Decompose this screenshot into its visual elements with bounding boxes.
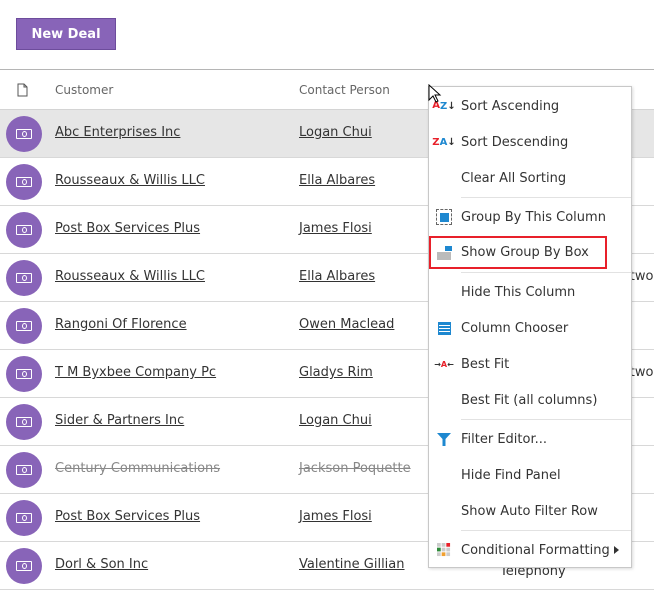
contact-person-link[interactable]: James Flosi	[299, 221, 372, 236]
column-header-contact-person[interactable]: Contact Person	[299, 83, 390, 97]
customer-link[interactable]: Rousseaux & Willis LLC	[55, 269, 205, 284]
customer-link[interactable]: Post Box Services Plus	[55, 509, 200, 524]
menu-item-conditional-formatting[interactable]: Conditional Formatting	[429, 532, 631, 568]
menu-item-filter-editor[interactable]: Filter Editor...	[429, 421, 631, 457]
conditional-formatting-icon	[435, 541, 453, 559]
deal-avatar	[6, 548, 42, 584]
mouse-cursor-icon	[428, 84, 442, 103]
contact-person-link[interactable]: Logan Chui	[299, 413, 372, 428]
money-icon	[16, 273, 32, 283]
menu-item-best-fit[interactable]: → A ← Best Fit	[429, 346, 631, 382]
menu-item-show-group-by-box[interactable]: Show Group By Box	[429, 236, 607, 269]
best-fit-icon: → A ←	[434, 359, 454, 369]
group-by-box-icon	[435, 244, 453, 262]
contact-person-link[interactable]: Gladys Rim	[299, 365, 373, 380]
submenu-arrow-icon	[614, 546, 619, 554]
deal-avatar	[6, 500, 42, 536]
menu-item-sort-ascending[interactable]: A Z ↓ Sort Ascending	[429, 88, 631, 124]
contact-person-link[interactable]: James Flosi	[299, 509, 372, 524]
money-icon	[16, 177, 32, 187]
deal-avatar	[6, 116, 42, 152]
customer-link[interactable]: Abc Enterprises Inc	[55, 125, 180, 140]
deal-avatar	[6, 452, 42, 488]
contact-person-link[interactable]: Ella Albares	[299, 269, 375, 284]
deal-avatar	[6, 260, 42, 296]
contact-person-link[interactable]: Logan Chui	[299, 125, 372, 140]
money-icon	[16, 561, 32, 571]
column-chooser-icon	[435, 319, 453, 337]
contact-person-link[interactable]: Ella Albares	[299, 173, 375, 188]
menu-item-show-auto-filter-row[interactable]: Show Auto Filter Row	[429, 493, 631, 529]
document-icon	[17, 83, 28, 97]
deal-avatar	[6, 212, 42, 248]
deal-avatar	[6, 356, 42, 392]
money-icon	[16, 369, 32, 379]
customer-link[interactable]: Post Box Services Plus	[55, 221, 200, 236]
sort-descending-icon: Z A ↓	[432, 136, 456, 148]
deal-avatar	[6, 404, 42, 440]
menu-item-sort-descending[interactable]: Z A ↓ Sort Descending	[429, 124, 631, 160]
customer-link[interactable]: Sider & Partners Inc	[55, 413, 184, 428]
money-icon	[16, 465, 32, 475]
menu-separator	[461, 197, 631, 198]
money-icon	[16, 513, 32, 523]
money-icon	[16, 129, 32, 139]
column-context-menu: A Z ↓ Sort Ascending Z A ↓ Sort Descending Cle…	[428, 86, 632, 568]
contact-person-link[interactable]: Owen Maclead	[299, 317, 394, 332]
contact-person-link[interactable]: Jackson Poquette	[299, 461, 411, 476]
new-deal-button[interactable]: New Deal	[16, 18, 116, 50]
contact-person-link[interactable]: Valentine Gillian	[299, 557, 405, 572]
deal-avatar	[6, 308, 42, 344]
filter-icon	[435, 430, 453, 448]
money-icon	[16, 321, 32, 331]
customer-link[interactable]: Rousseaux & Willis LLC	[55, 173, 205, 188]
customer-link[interactable]: Dorl & Son Inc	[55, 557, 148, 572]
customer-link[interactable]: Rangoni Of Florence	[55, 317, 187, 332]
menu-item-best-fit-all-columns[interactable]: Best Fit (all columns)	[429, 382, 631, 418]
menu-item-group-by-this-column[interactable]: Group By This Column	[429, 199, 631, 235]
menu-item-column-chooser[interactable]: Column Chooser	[429, 310, 631, 346]
customer-link[interactable]: T M Byxbee Company Pc	[55, 365, 216, 380]
menu-separator	[461, 272, 631, 273]
menu-item-hide-this-column[interactable]: Hide This Column	[429, 274, 631, 310]
money-icon	[16, 225, 32, 235]
menu-separator	[461, 419, 631, 420]
group-by-column-icon	[435, 208, 453, 226]
menu-item-clear-all-sorting[interactable]: Clear All Sorting	[429, 160, 631, 196]
money-icon	[16, 417, 32, 427]
menu-separator	[461, 530, 631, 531]
menu-item-hide-find-panel[interactable]: Hide Find Panel	[429, 457, 631, 493]
column-header-customer[interactable]: Customer	[55, 83, 113, 97]
deal-avatar	[6, 164, 42, 200]
customer-link[interactable]: Century Communications	[55, 461, 220, 476]
